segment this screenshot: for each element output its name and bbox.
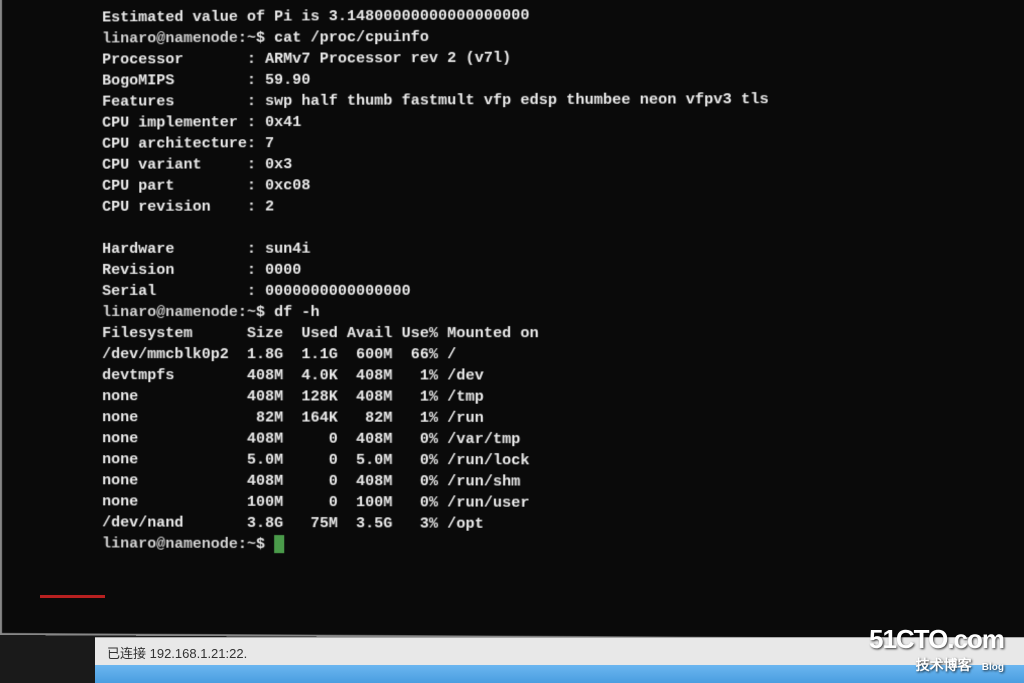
df-row: /dev/mmcblk0p2 1.8G 1.1G 600M 66% / xyxy=(102,344,1019,366)
df-row: none 408M 0 408M 0% /run/shm xyxy=(102,470,1019,494)
prompt-userhost: linaro@namenode xyxy=(102,30,238,48)
watermark: 51CTO.com 技术博客 Blog xyxy=(869,624,1004,675)
df-row: none 5.0M 0 5.0M 0% /run/lock xyxy=(102,449,1019,472)
watermark-sub: 技术博客 xyxy=(916,657,972,673)
prompt-path: ~ xyxy=(247,30,256,47)
cpuinfo-row: CPU implementer : 0x41 xyxy=(102,109,1019,133)
command-text: cat /proc/cpuinfo xyxy=(274,29,429,47)
cpuinfo-row: CPU revision : 2 xyxy=(102,195,1019,218)
cpuinfo-row: CPU part : 0xc08 xyxy=(102,173,1019,196)
df-header: Filesystem Size Used Avail Use% Mounted … xyxy=(102,323,1019,344)
cpuinfo-row: Hardware : sun4i xyxy=(102,238,1019,260)
df-row: devtmpfs 408M 4.0K 408M 1% /dev xyxy=(102,365,1019,387)
watermark-brand: 51CTO.com xyxy=(869,624,1004,655)
cpuinfo-row: Serial : 0000000000000000 xyxy=(102,280,1019,302)
watermark-blog: Blog xyxy=(982,662,1004,673)
command-text: df -h xyxy=(274,304,319,321)
df-row: none 82M 164K 82M 1% /run xyxy=(102,407,1019,430)
terminal-output[interactable]: Estimated value of Pi is 3.1480000000000… xyxy=(0,0,1024,641)
cpuinfo-row: CPU variant : 0x3 xyxy=(102,152,1019,176)
cursor-icon xyxy=(274,535,284,553)
prompt-line-3: linaro@namenode:~$ xyxy=(102,533,1019,558)
cpuinfo-row: Revision : 0000 xyxy=(102,259,1019,281)
highlight-annotation xyxy=(40,595,105,598)
prompt-line-2: linaro@namenode:~$ df -h xyxy=(102,302,1019,323)
blank-line xyxy=(102,216,1019,239)
connection-status: 已连接 192.168.1.21:22. xyxy=(107,646,247,661)
df-row: none 408M 128K 408M 1% /tmp xyxy=(102,386,1019,408)
cpuinfo-row: CPU architecture: 7 xyxy=(102,131,1019,155)
df-row: none 408M 0 408M 0% /var/tmp xyxy=(102,428,1019,451)
